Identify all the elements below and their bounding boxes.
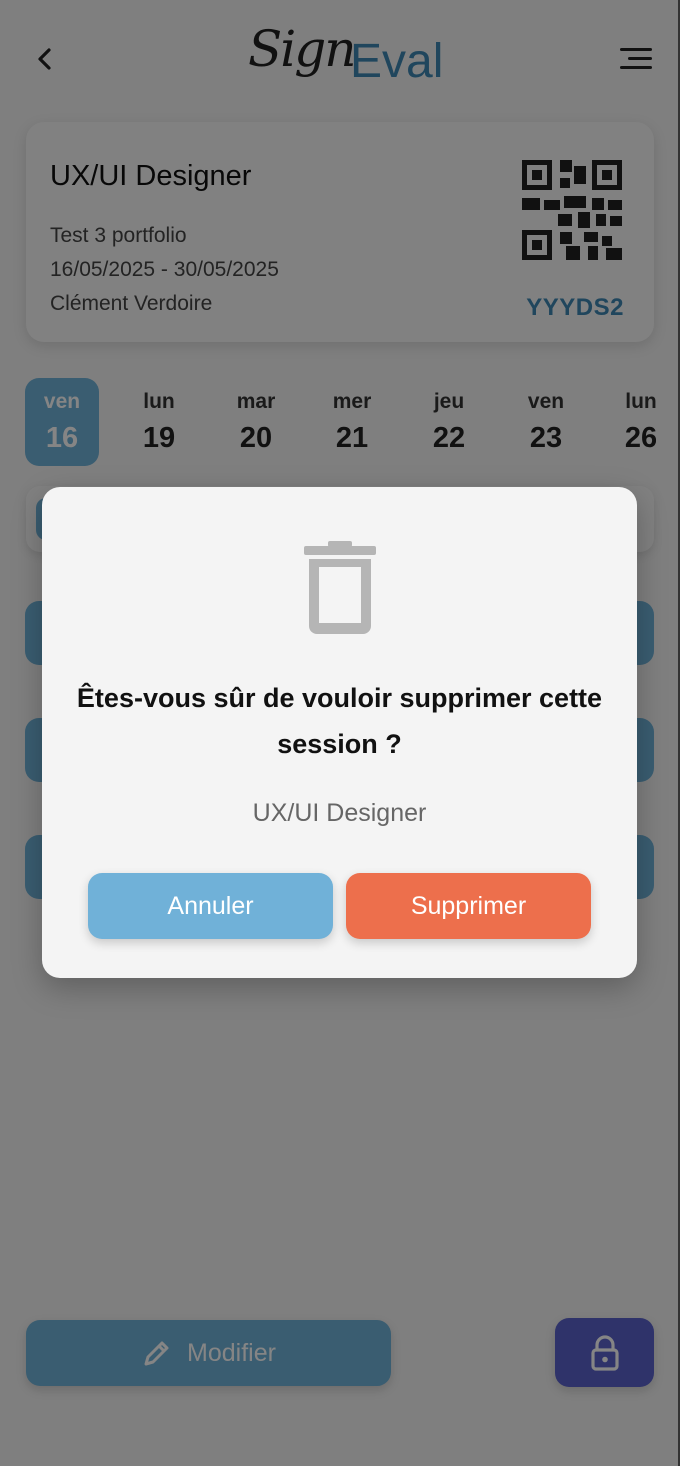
app-screen: Sign Eval UX/UI Designer Test 3 portfoli… — [0, 0, 680, 1466]
dialog-subtitle: UX/UI Designer — [252, 799, 427, 827]
delete-button[interactable]: Supprimer — [346, 873, 591, 939]
delete-confirm-dialog: Êtes-vous sûr de vouloir supprimer cette… — [42, 487, 637, 978]
cancel-button[interactable]: Annuler — [88, 873, 333, 939]
trash-icon — [304, 541, 376, 634]
dialog-title: Êtes-vous sûr de vouloir supprimer cette… — [76, 683, 603, 759]
